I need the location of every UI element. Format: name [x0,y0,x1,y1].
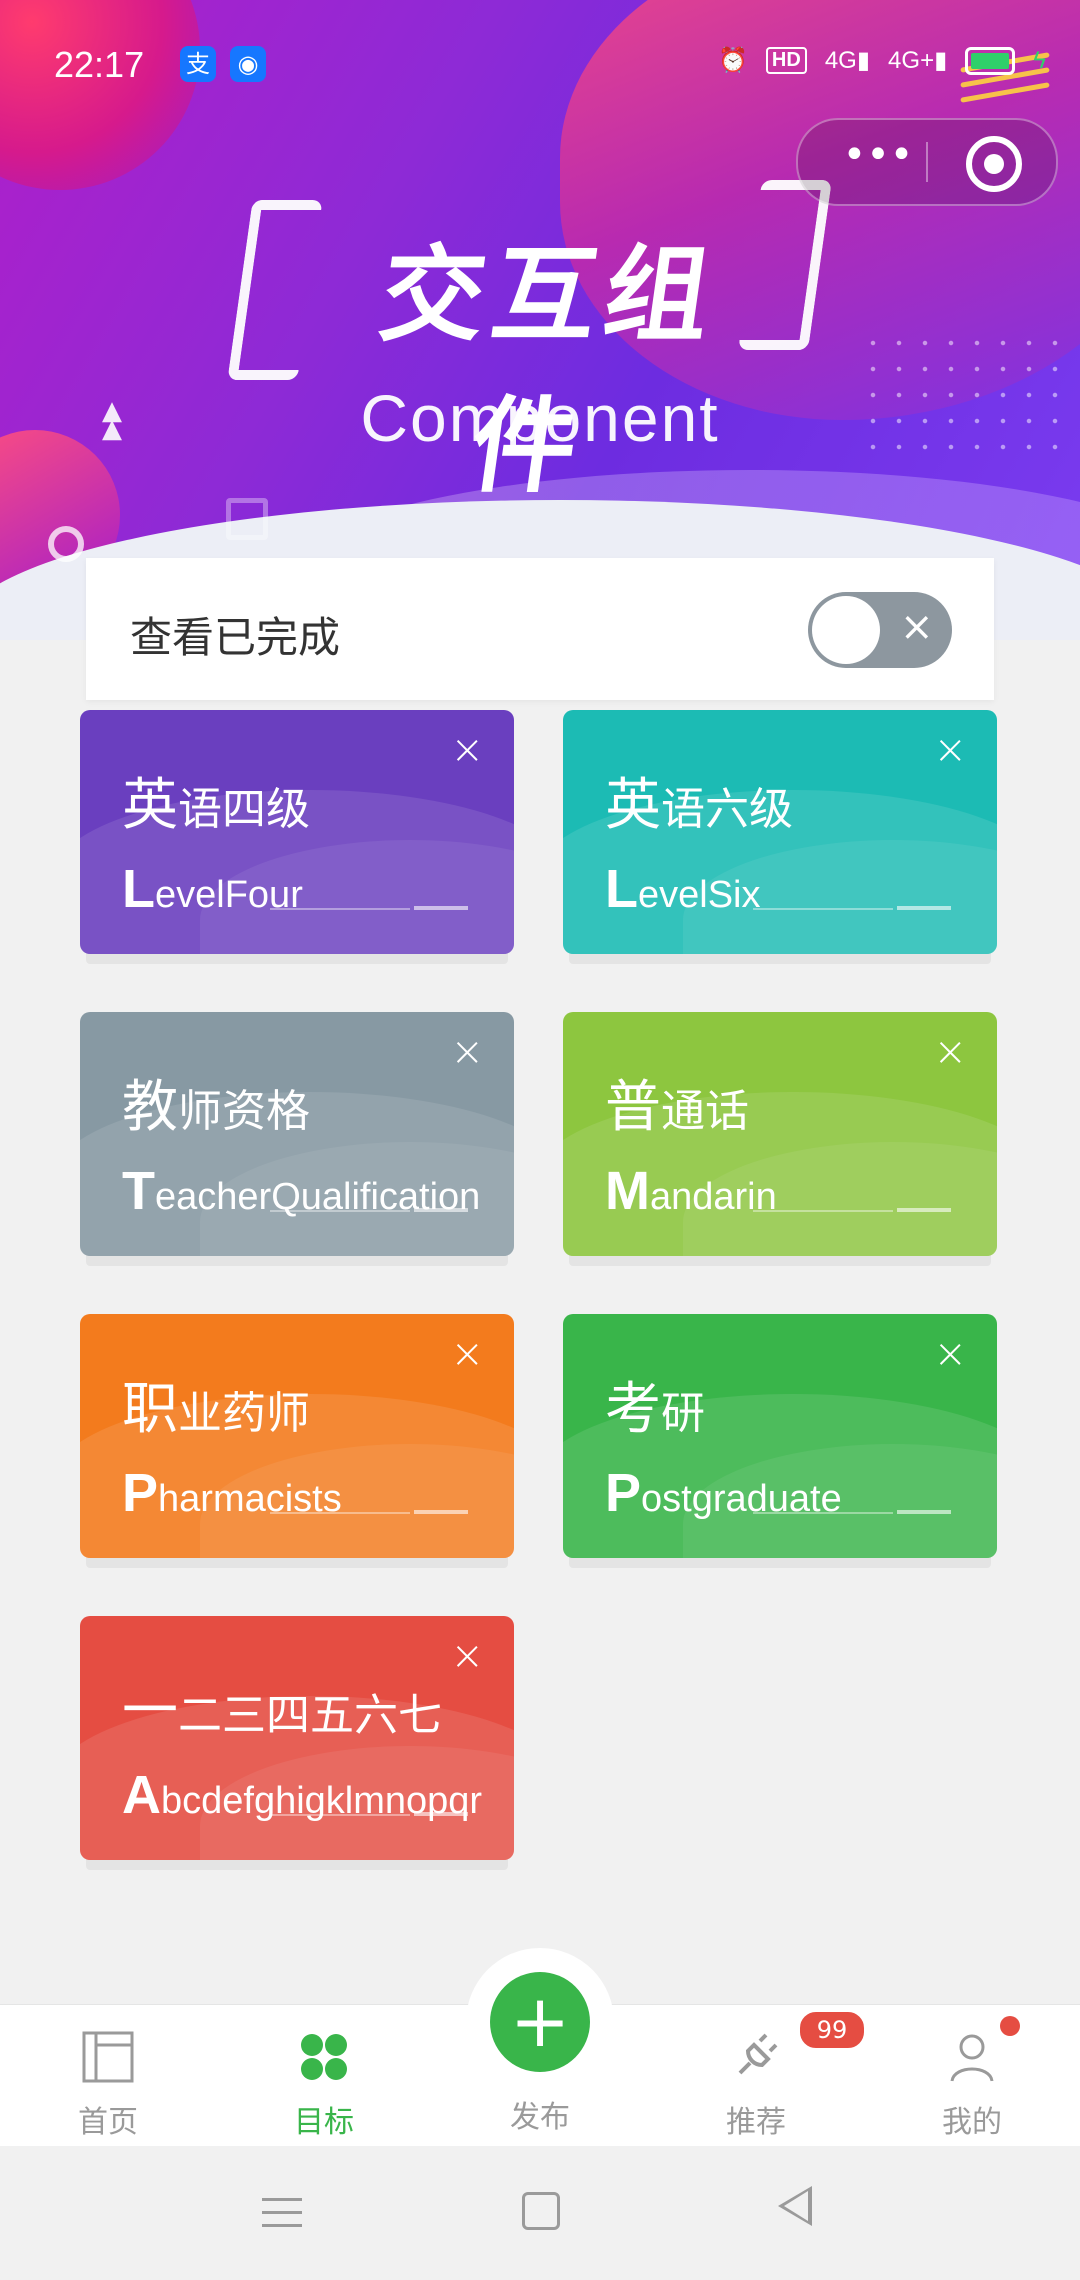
card-close-icon[interactable]: × [933,730,967,770]
card-title-en: Pharmacists [122,1463,342,1523]
card-title-en: LevelFour [122,859,303,919]
card-underline-accent [414,1208,468,1212]
card-title-cn: 普通话 [605,1075,749,1140]
card-underline [270,1814,410,1816]
home-icon[interactable] [522,2192,560,2230]
card-underline-accent [414,906,468,910]
miniprogram-capsule: ••• [796,118,1058,206]
tab-mine-label: 我的 [942,2105,1002,2140]
triangle-decoration-icon: ▲ ▲ [102,396,122,444]
card-close-icon[interactable]: × [450,1334,484,1374]
exam-card[interactable]: × 一二三四五六七 Abcdefghigklmnopqr [80,1616,514,1860]
status-bar: 22:17 支 ◉ ⏰ HD 4G▮ 4G+▮ ϟ [0,0,1080,130]
card-title-cn: 考研 [605,1377,705,1442]
alarm-icon: ⏰ [718,47,748,74]
card-title-en: Mandarin [605,1161,777,1221]
card-title-en: TeacherQualification [122,1161,481,1221]
card-underline-accent [414,1510,468,1514]
show-completed-label: 查看已完成 [130,613,341,662]
tab-mine[interactable]: 我的 [902,2005,1042,2147]
more-icon[interactable]: ••• [828,120,928,204]
card-title-en: LevelSix [605,859,761,919]
home-page-icon [82,2031,134,2083]
card-underline-accent [414,1812,468,1816]
hero-title: 交互组件 [372,234,726,507]
card-underline [270,1512,410,1514]
card-underline [753,908,893,910]
card-underline-accent [897,1208,951,1212]
card-title-cn: 英语六级 [605,773,793,838]
status-time: 22:17 [54,44,145,85]
tab-target-label: 目标 [294,2105,354,2140]
tab-target[interactable]: 目标 [254,2005,394,2147]
exam-card[interactable]: × 考研 Postgraduate [563,1314,997,1558]
user-icon [950,2034,994,2082]
show-completed-row: 查看已完成 × [86,558,994,700]
card-title-en: Postgraduate [605,1463,842,1523]
android-icon: ◉ [230,46,266,82]
tab-recommend-label: 推荐 [726,2105,786,2140]
charging-icon: ϟ [1033,46,1046,74]
tab-home-label: 首页 [78,2105,138,2140]
battery-icon [965,46,1016,75]
alipay-icon: 支 [180,46,216,82]
publish-button[interactable]: + [490,1972,590,2072]
exam-card[interactable]: × 教师资格 TeacherQualification [80,1012,514,1256]
card-underline [753,1210,893,1212]
card-underline-accent [897,1510,951,1514]
card-close-icon[interactable]: × [933,1334,967,1374]
card-underline [270,1210,410,1212]
exam-card[interactable]: × 职业药师 Pharmacists [80,1314,514,1558]
recent-apps-icon[interactable] [262,2198,302,2237]
hd-icon: HD [765,47,807,74]
card-title-cn: 一二三四五六七 [122,1679,442,1744]
hero-dot-pattern [860,330,1060,450]
show-completed-toggle[interactable]: × [808,592,952,668]
card-title-cn: 教师资格 [122,1075,310,1140]
mine-notification-dot [1000,2016,1020,2036]
recommend-badge: 99 [798,2010,866,2050]
card-underline [270,908,410,910]
card-title-cn: 职业药师 [122,1377,310,1442]
exam-card[interactable]: × 英语六级 LevelSix [563,710,997,954]
card-close-icon[interactable]: × [450,730,484,770]
card-underline-accent [897,906,951,910]
signal-4g-icon: 4G▮ [824,47,871,74]
card-underline [753,1512,893,1514]
hero-title-frame: 交互组件 [227,180,832,507]
system-navigation-bar [0,2146,1080,2280]
card-close-icon[interactable]: × [450,1032,484,1072]
card-title-cn: 英语四级 [122,773,310,838]
tab-home[interactable]: 首页 [38,2005,178,2147]
capsule-divider [926,142,928,182]
bracket-left [227,200,323,380]
exam-card[interactable]: × 英语四级 LevelFour [80,710,514,954]
square-decoration [226,498,268,540]
card-title-en: Abcdefghigklmnopqr [122,1765,483,1825]
toggle-off-icon: × [900,604,934,650]
publish-label: 发布 [510,2100,570,2135]
status-icons: ⏰ HD 4G▮ 4G+▮ ϟ [718,46,1046,75]
exam-card[interactable]: × 普通话 Mandarin [563,1012,997,1256]
close-miniprogram-icon[interactable] [966,136,1022,192]
target-grid-icon [301,2034,347,2080]
ring-decoration [48,526,84,562]
signal-4g-plus-icon: 4G+▮ [888,47,948,74]
hero-subtitle: Component [360,381,720,455]
plug-icon [738,2033,778,2075]
card-close-icon[interactable]: × [450,1636,484,1676]
toggle-knob [812,596,880,664]
back-icon[interactable] [778,2186,812,2226]
card-close-icon[interactable]: × [933,1032,967,1072]
